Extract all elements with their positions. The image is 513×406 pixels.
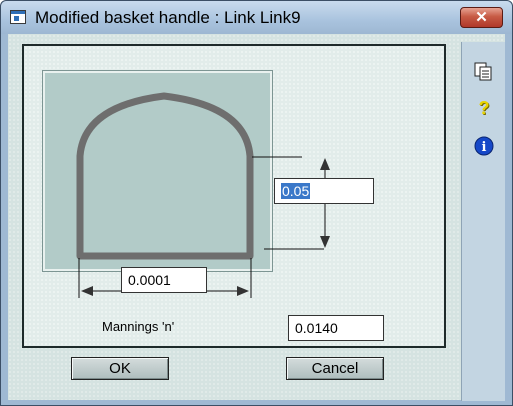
copy-icon-graphic (474, 62, 492, 81)
info-icon[interactable]: i (474, 136, 494, 156)
ok-button[interactable]: OK (71, 357, 169, 380)
dialog-window: Modified basket handle : Link Link9 ✕ 0.… (0, 0, 513, 406)
help-icon[interactable]: ? (474, 98, 494, 118)
help-icon-glyph: ? (478, 98, 490, 118)
height-arrow-down (320, 236, 330, 248)
window-title: Modified basket handle : Link Link9 (35, 8, 301, 27)
app-window-icon (10, 10, 26, 24)
dialog-client-area: 0.05 0.0001 Mannings 'n' 0.0140 OK Cance… (8, 34, 505, 401)
mannings-input[interactable]: 0.0140 (288, 315, 384, 341)
width-arrow-left (81, 286, 93, 296)
width-input[interactable]: 0.0001 (121, 267, 207, 293)
width-arrow-right (237, 286, 249, 296)
dimension-diagram (76, 92, 330, 298)
info-icon-graphic: i (474, 136, 494, 156)
height-arrow-up (320, 158, 330, 170)
tool-sidebar: ? i (461, 42, 505, 401)
title-bar[interactable]: Modified basket handle : Link Link9 ✕ (1, 1, 512, 34)
mannings-label: Mannings 'n' (102, 319, 175, 334)
info-icon-letter: i (482, 140, 487, 155)
cancel-button[interactable]: Cancel (286, 357, 384, 380)
copy-icon[interactable] (474, 62, 494, 82)
height-input[interactable]: 0.05 (274, 178, 374, 204)
section-properties-panel: 0.05 0.0001 Mannings 'n' 0.0140 (22, 44, 446, 348)
close-button[interactable]: ✕ (460, 7, 503, 28)
height-input-value: 0.05 (281, 183, 311, 199)
basket-handle-shape (76, 92, 254, 260)
